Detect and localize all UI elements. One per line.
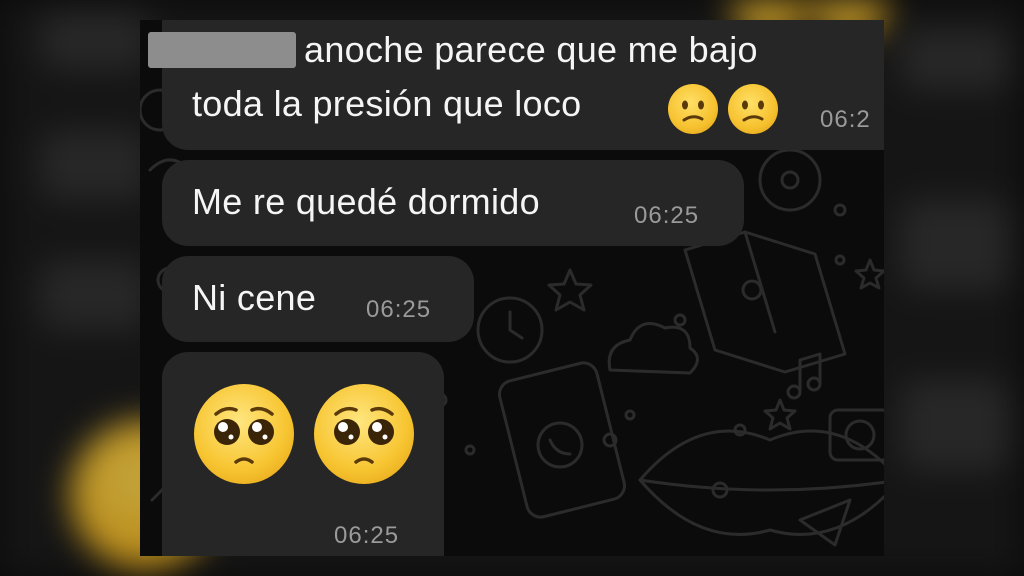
wheel-doodle-icon [758, 148, 822, 212]
chat-conversation[interactable]: anoche parece que me bajo toda la presió… [140, 20, 884, 556]
star-doodle-icon [547, 258, 884, 431]
pleading-face-emoji-icon [194, 384, 294, 484]
message-bubble-3[interactable]: Ni cene 06:25 [162, 256, 474, 342]
confused-face-emoji-icon [728, 84, 778, 134]
phone-doodle-icon [498, 361, 626, 519]
map-doodle-icon [683, 230, 847, 374]
message-timestamp: 06:2 [820, 106, 871, 133]
message-timestamp: 06:25 [334, 522, 400, 549]
message-bubble-4[interactable]: 06:25 [162, 352, 444, 556]
music-note-doodle-icon [786, 352, 822, 400]
lips-doodle-icon [638, 429, 884, 536]
cloud-doodle-icon [607, 322, 699, 375]
message-bubble-1[interactable]: anoche parece que me bajo toda la presió… [148, 20, 884, 150]
confused-face-emoji-icon [668, 84, 718, 134]
message-timestamp: 06:25 [366, 296, 432, 323]
message-text-line-2: toda la presión que loco [192, 83, 582, 124]
dots-doodle-icon [432, 203, 847, 499]
message-text: Ni cene [192, 277, 317, 318]
paper-plane-doodle-icon [798, 498, 852, 547]
message-text: Me re quedé dormido [192, 181, 540, 222]
message-text-line-1: anoche parece que me bajo [304, 29, 758, 70]
pleading-face-emoji-icon [314, 384, 414, 484]
screenshot-stage: anoche parece que me bajo toda la presió… [0, 0, 1024, 576]
redacted-name-block [148, 32, 296, 68]
message-timestamp: 06:25 [634, 202, 700, 229]
clock-doodle-icon [476, 296, 544, 364]
message-bubble-2[interactable]: Me re quedé dormido 06:25 [162, 160, 744, 246]
